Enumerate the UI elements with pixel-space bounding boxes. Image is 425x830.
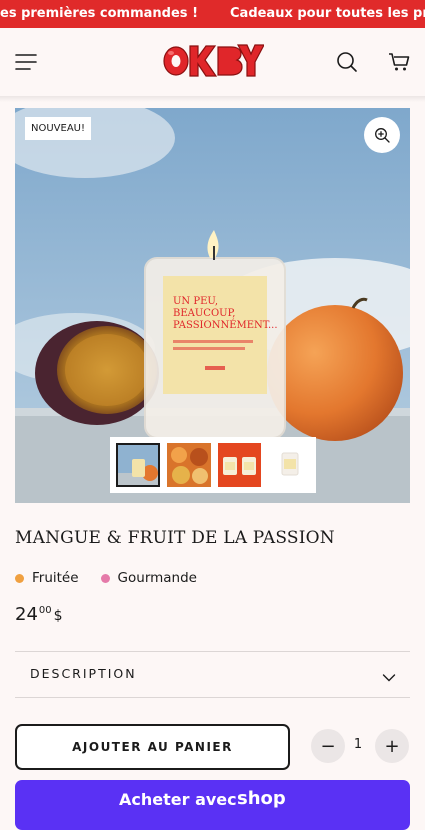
announcement-bar: es premières commandes ! Cadeaux pour to… <box>0 0 425 28</box>
chevron-down-icon[interactable] <box>382 668 396 687</box>
thumbnail-2[interactable] <box>166 443 211 487</box>
quantity-increase-button[interactable]: + <box>375 729 409 763</box>
description-toggle[interactable]: DESCRIPTION <box>30 666 137 681</box>
product-title: MANGUE & FRUIT DE LA PASSION <box>15 528 335 548</box>
scent-notes: Fruitée Gourmande <box>15 570 197 586</box>
price-currency: $ <box>53 608 63 624</box>
gourmande-dot-icon <box>100 573 110 583</box>
product-price: 2400 $ <box>15 604 63 625</box>
zoom-icon[interactable] <box>364 117 400 153</box>
new-badge: NOUVEAU! <box>25 117 91 140</box>
divider-top <box>15 651 410 652</box>
scent-note-fruitee: Fruitée <box>15 570 79 586</box>
scent-note-gourmande: Gourmande <box>100 570 197 586</box>
announcement-text-left: es premières commandes ! <box>0 6 198 21</box>
search-icon[interactable] <box>332 47 362 77</box>
shop-pay-button[interactable]: Acheter avec shop <box>15 780 410 830</box>
candle-label-line3: PASSIONNÉMENT... <box>173 319 278 331</box>
quantity-value[interactable]: 1 <box>351 737 365 752</box>
hamburger-menu-icon[interactable] <box>10 47 42 77</box>
logo[interactable] <box>162 40 265 82</box>
price-whole: 24 <box>15 604 38 625</box>
thumbnail-3[interactable] <box>217 443 262 487</box>
divider-bottom <box>15 697 410 698</box>
quantity-decrease-button[interactable]: − <box>311 729 345 763</box>
fruitee-dot-icon <box>15 573 24 583</box>
announcement-text-right: Cadeaux pour toutes les prem <box>230 6 425 21</box>
shop-pay-logo: shop <box>237 788 286 809</box>
candle-label-line2: BEAUCOUP, <box>173 308 235 319</box>
price-cents: 00 <box>38 605 52 616</box>
scent-note-label: Fruitée <box>32 570 79 586</box>
candle-label-line1: UN PEU, <box>173 296 218 307</box>
add-to-cart-button[interactable]: AJOUTER AU PANIER <box>15 724 290 770</box>
header-divider <box>0 96 425 102</box>
thumbnail-strip <box>110 437 316 493</box>
site-header <box>0 28 425 96</box>
thumbnail-1[interactable] <box>116 443 160 487</box>
thumbnail-4[interactable] <box>268 443 313 487</box>
cart-icon[interactable] <box>384 47 414 77</box>
scent-note-label: Gourmande <box>117 570 197 586</box>
